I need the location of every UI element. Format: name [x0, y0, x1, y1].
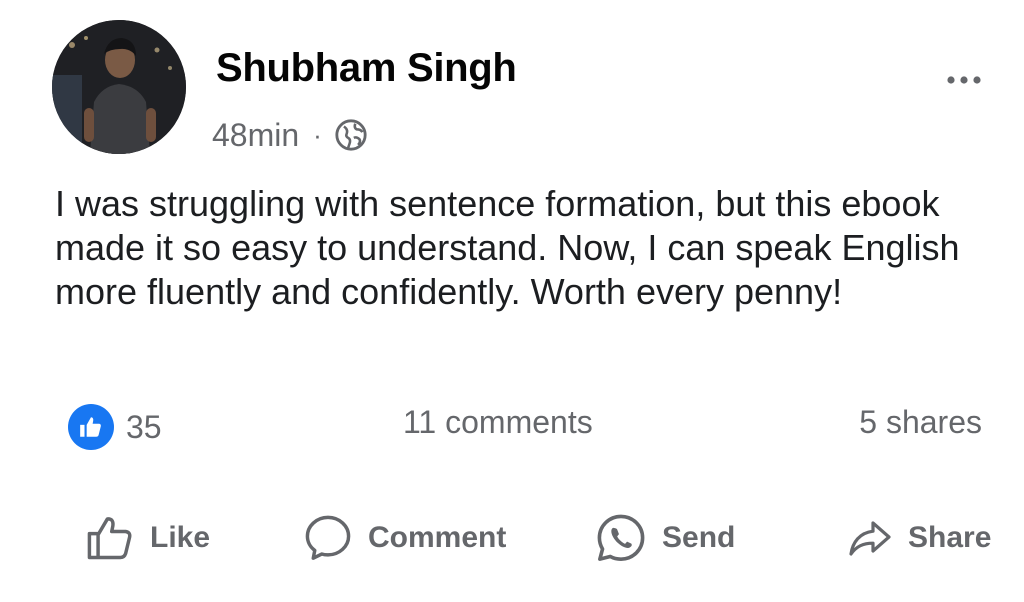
comments-count[interactable]: 11 comments: [403, 404, 593, 441]
share-arrow-icon: [849, 521, 891, 556]
post-timestamp[interactable]: 48min: [212, 117, 299, 154]
thumbs-up-icon: [68, 404, 114, 450]
avatar[interactable]: [52, 20, 186, 154]
globe-icon[interactable]: [334, 118, 368, 152]
comment-button[interactable]: Comment: [302, 508, 506, 568]
comment-bubble-icon: [305, 515, 351, 560]
author-name[interactable]: Shubham Singh: [216, 46, 517, 91]
post-card: Shubham Singh 48min · I was struggling w…: [0, 0, 1024, 602]
thumbs-up-outline-icon: [87, 517, 132, 560]
share-label: Share: [908, 521, 992, 554]
meta-separator: ·: [313, 119, 322, 150]
post-meta: 48min ·: [212, 112, 368, 158]
share-button[interactable]: Share: [846, 508, 991, 568]
more-horizontal-icon[interactable]: [944, 70, 984, 90]
comment-label: Comment: [368, 521, 507, 554]
reactions-count: 35: [126, 408, 162, 445]
post-text: I was struggling with sentence formation…: [55, 183, 960, 312]
like-label: Like: [150, 521, 211, 554]
send-button[interactable]: Send: [594, 508, 735, 568]
shares-count[interactable]: 5 shares: [859, 404, 982, 441]
avatar-photo: [52, 20, 186, 154]
like-button[interactable]: Like: [84, 508, 210, 568]
whatsapp-icon: [597, 514, 645, 561]
reactions-summary[interactable]: 35: [68, 404, 162, 450]
send-label: Send: [662, 521, 736, 554]
